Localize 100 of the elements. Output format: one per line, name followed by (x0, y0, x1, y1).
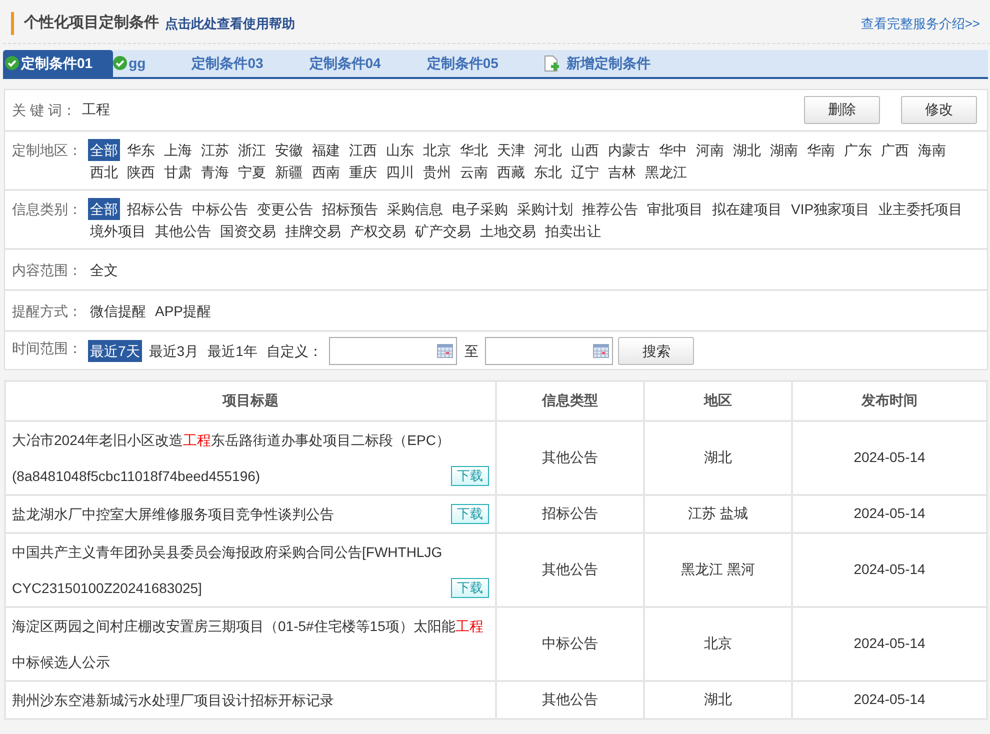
calendar-icon[interactable] (593, 344, 610, 358)
filter-option[interactable]: 浙江 (236, 138, 268, 160)
filter-option[interactable]: 内蒙古 (606, 138, 652, 160)
check-icon (112, 56, 127, 70)
column-header: 项目标题 (5, 380, 496, 420)
calendar-icon[interactable] (437, 344, 454, 358)
filter-option[interactable]: 青海 (199, 160, 231, 182)
filter-option[interactable]: 境外项目 (88, 220, 148, 242)
column-header: 信息类型 (496, 380, 644, 420)
filter-option[interactable]: 最近7天 (88, 340, 142, 362)
filter-label: 信息类别： (12, 200, 82, 218)
filter-option[interactable]: 审批项目 (645, 198, 705, 220)
service-link[interactable]: 查看完整服务介绍>> (860, 14, 980, 33)
filter-option[interactable]: 山东 (384, 138, 416, 160)
filter-option[interactable]: 辽宁 (569, 160, 601, 182)
filter-option[interactable]: 采购信息 (385, 198, 445, 220)
region-text: 湖北 (704, 449, 732, 465)
filter-option[interactable]: 招标公告 (125, 198, 185, 220)
tab[interactable]: 定制条件05 (402, 50, 520, 76)
filter-option[interactable]: 矿产交易 (413, 220, 473, 242)
filter-option[interactable]: 河北 (532, 138, 564, 160)
help-link[interactable]: 点击此处查看使用帮助 (165, 14, 295, 33)
filter-option[interactable]: 拟在建项目 (710, 198, 784, 220)
filter-option[interactable]: 北京 (421, 138, 453, 160)
region-text: 黑龙江 黑河 (681, 561, 755, 577)
project-title[interactable]: 大冶市2024年老旧小区改造工程东岳路街道办事处项目二标段（EPC）(8a8481048f5cbc11018f74beed455196) (12, 422, 451, 494)
date-field[interactable] (485, 336, 614, 364)
filter-option[interactable]: VIP独家项目 (789, 198, 872, 220)
filter-option[interactable]: 河南 (694, 138, 726, 160)
tab[interactable]: 定制条件01 (3, 50, 113, 76)
filter-option[interactable]: 贵州 (421, 160, 453, 182)
region-text: 江苏 盐城 (688, 505, 748, 521)
filter-option[interactable]: 海南 (916, 138, 948, 160)
filter-option[interactable]: 全部 (88, 138, 120, 160)
filter-label: 时间范围： (12, 338, 82, 358)
filter-option[interactable]: 推荐公告 (580, 198, 640, 220)
filter-option[interactable]: 云南 (458, 160, 490, 182)
filter-option[interactable]: 全文 (88, 258, 120, 280)
filter-option[interactable]: 西南 (310, 160, 342, 182)
filter-option[interactable]: 东北 (532, 160, 564, 182)
filter-option[interactable]: 湖北 (731, 138, 763, 160)
date-field[interactable] (329, 336, 458, 364)
filter-option[interactable]: 业主委托项目 (876, 198, 965, 220)
filter-option[interactable]: 采购计划 (515, 198, 575, 220)
filter-option[interactable]: 广东 (842, 138, 874, 160)
filter-option[interactable]: 广西 (879, 138, 911, 160)
filter-label: 内容范围： (12, 260, 82, 280)
filter-option[interactable]: 新疆 (273, 160, 305, 182)
tab[interactable]: gg (112, 50, 168, 76)
filter-option[interactable]: 重庆 (347, 160, 379, 182)
filter-option[interactable]: 挂牌交易 (283, 220, 343, 242)
filter-option[interactable]: 变更公告 (255, 198, 315, 220)
filter-option[interactable]: 拍卖出让 (543, 220, 603, 242)
filter-option[interactable]: 其他公告 (153, 220, 213, 242)
filter-option[interactable]: 西北 (88, 160, 120, 182)
filter-option[interactable]: 招标预告 (320, 198, 380, 220)
tab[interactable]: 定制条件03 (168, 50, 286, 76)
filter-option[interactable]: 黑龙江 (643, 160, 689, 182)
tab[interactable]: 定制条件04 (285, 50, 403, 76)
filter-option[interactable]: 华中 (657, 138, 689, 160)
filter-option[interactable]: 全部 (88, 198, 120, 220)
filter-option[interactable]: 华东 (125, 138, 157, 160)
filter-option[interactable]: 华南 (805, 138, 837, 160)
filter-option[interactable]: 最近3月 (146, 340, 201, 362)
filter-option[interactable]: 江苏 (199, 138, 231, 160)
filter-option[interactable]: 宁夏 (236, 160, 268, 182)
filter-option[interactable]: 江西 (347, 138, 379, 160)
filter-option[interactable]: 中标公告 (190, 198, 250, 220)
filter-option[interactable]: 土地交易 (478, 220, 538, 242)
filter-option[interactable]: 上海 (162, 138, 194, 160)
keyword-value: 工程 (82, 100, 111, 119)
publish-date: 2024-05-14 (854, 505, 926, 521)
filter-option[interactable]: 吉林 (606, 160, 638, 182)
filter-option[interactable]: 产权交易 (348, 220, 408, 242)
filter-option[interactable]: 四川 (384, 160, 416, 182)
filter-option[interactable]: 华北 (458, 138, 490, 160)
filter-option[interactable]: 山西 (569, 138, 601, 160)
filter-option[interactable]: 国资交易 (218, 220, 278, 242)
filter-option[interactable]: 天津 (495, 138, 527, 160)
publish-date: 2024-05-14 (854, 561, 926, 577)
project-title[interactable]: 盐龙湖水厂中控室大屏维修服务项目竞争性谈判公告 (12, 496, 334, 532)
filter-option[interactable]: 西藏 (495, 160, 527, 182)
info-type: 其他公告 (542, 691, 598, 707)
tab[interactable]: 新增定制条件 (520, 50, 672, 76)
filter-option[interactable]: APP提醒 (153, 300, 214, 322)
filter-option[interactable]: 湖南 (768, 138, 800, 160)
filter-option[interactable]: 甘肃 (162, 160, 194, 182)
filter-option[interactable]: 陕西 (125, 160, 157, 182)
action-button[interactable]: 修改 (901, 96, 977, 124)
filter-option[interactable]: 电子采购 (450, 198, 510, 220)
filter-option[interactable]: 最近1年 (206, 340, 260, 362)
search-button[interactable]: 搜索 (618, 336, 694, 364)
custom-label: 自定义： (265, 342, 324, 360)
check-icon (5, 56, 19, 70)
filter-label: 提醒方式： (12, 302, 82, 320)
filter-option[interactable]: 安徽 (273, 138, 305, 160)
action-button[interactable]: 删除 (804, 96, 880, 124)
filter-option[interactable]: 微信提醒 (88, 300, 148, 322)
project-title[interactable]: 中国共产主义青年团孙吴县委员会海报政府采购合同公告[FWHTHLJGCYC23150100Z20241683025] (12, 534, 451, 606)
filter-option[interactable]: 福建 (310, 138, 342, 160)
